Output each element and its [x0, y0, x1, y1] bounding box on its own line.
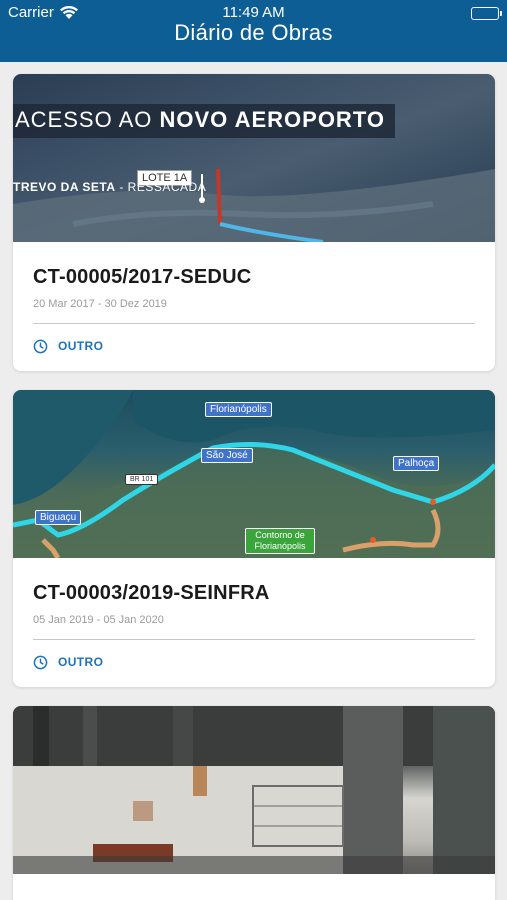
type-label: OUTRO — [58, 339, 104, 353]
obra-image: Florianópolis São José Palhoça Biguaçu C… — [13, 390, 495, 558]
map-label-palhoca: Palhoça — [393, 456, 440, 471]
battery-icon — [471, 7, 502, 20]
construction-photo — [13, 706, 495, 874]
obra-title: CT-00003/2019-SEINFRA — [33, 582, 270, 604]
image-headline: ACESSO AO NOVO AEROPORTO — [13, 104, 395, 138]
map-label-florianopolis: Florianópolis — [205, 402, 272, 417]
map-label-biguacu: Biguaçu — [35, 510, 82, 525]
obra-image — [13, 706, 495, 874]
headline-prefix: ACESSO AO — [15, 107, 160, 132]
obra-image: ACESSO AO NOVO AEROPORTO LOTE 1A TREVO D… — [13, 74, 495, 242]
obra-card[interactable]: Florianópolis São José Palhoça Biguaçu C… — [13, 390, 495, 687]
card-body: CT-00003/2019-SEINFRA 05 Jan 2019 - 05 J… — [13, 558, 495, 670]
page-title: Diário de Obras — [174, 20, 333, 45]
obra-type: OUTRO — [33, 338, 475, 354]
navigation-header: Carrier 11:49 AM Diário de Obras — [0, 0, 507, 62]
aerial-photo — [13, 168, 495, 242]
card-body: CT-00005/2017-SEDUC 20 Mar 2017 - 30 Dez… — [13, 242, 495, 354]
place-rest: - RESSACADA — [115, 180, 207, 194]
clock-icon — [33, 339, 48, 353]
obra-dates: 20 Mar 2017 - 30 Dez 2019 — [33, 298, 167, 310]
divider — [33, 639, 475, 640]
divider — [33, 323, 475, 324]
headline-bold: NOVO AEROPORTO — [159, 107, 385, 132]
map-label-contorno: Contorno de Florianópolis — [245, 528, 315, 554]
obra-card[interactable] — [13, 706, 495, 900]
map-label-sao-jose: São José — [201, 448, 253, 463]
obra-type: OUTRO — [33, 654, 475, 670]
type-label: OUTRO — [58, 655, 104, 669]
map-label-br101: BR 101 — [125, 474, 159, 485]
place-bold: TREVO DA SETA — [13, 180, 116, 194]
place-label: TREVO DA SETA - RESSACADA — [13, 180, 206, 194]
obra-card[interactable]: ACESSO AO NOVO AEROPORTO LOTE 1A TREVO D… — [13, 74, 495, 371]
obra-title: CT-00005/2017-SEDUC — [33, 266, 252, 288]
status-time: 11:49 AM — [222, 4, 285, 21]
clock-icon — [33, 655, 48, 669]
obra-dates: 05 Jan 2019 - 05 Jan 2020 — [33, 614, 164, 626]
